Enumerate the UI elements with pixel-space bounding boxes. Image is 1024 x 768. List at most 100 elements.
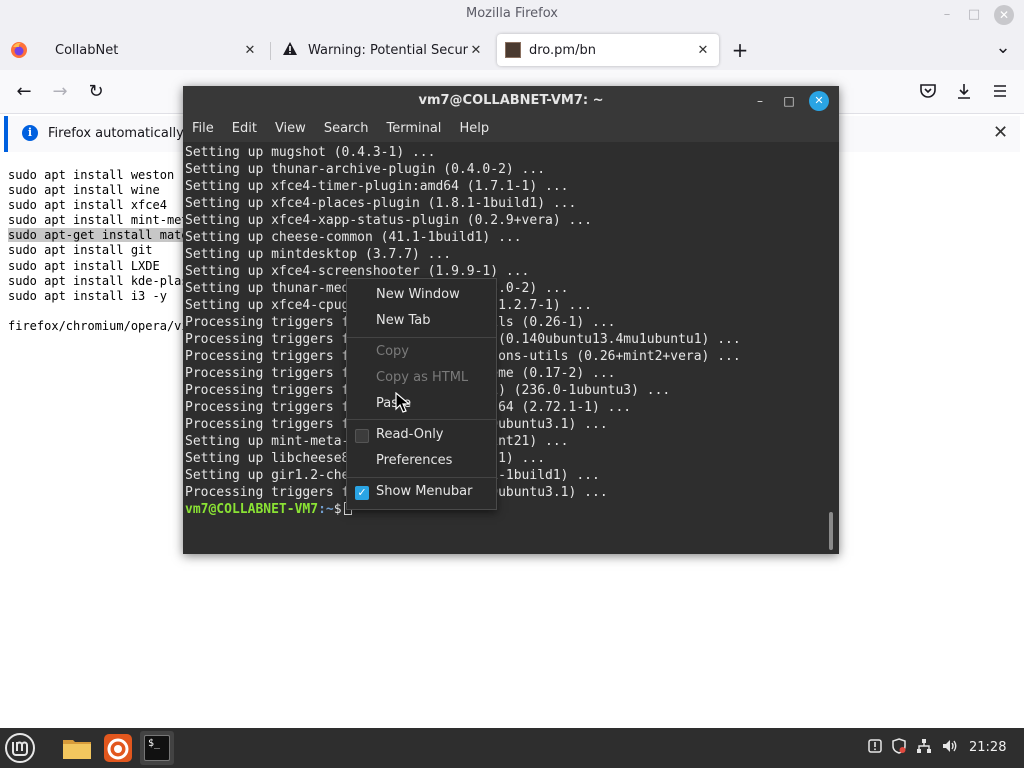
minimize-button[interactable]: – [937, 5, 957, 25]
menu-item-read-only[interactable]: Read-Only [347, 423, 496, 449]
menu-separator [347, 477, 496, 478]
terminal-line: Setting up mintdesktop (3.7.7) ... [185, 247, 452, 262]
terminal-line: Processing triggers for libc-bin (2.35-0… [185, 485, 608, 500]
terminal-menubar: File Edit View Search Terminal Help [183, 116, 839, 142]
terminal-output[interactable]: Setting up mugshot (0.4.3-1) ... Setting… [183, 142, 839, 554]
warning-icon [282, 41, 300, 60]
update-manager-icon[interactable] [865, 738, 885, 758]
menu-help[interactable]: Help [450, 116, 498, 142]
network-icon[interactable] [914, 738, 934, 758]
prompt-path: :~ [318, 502, 334, 517]
firefox-view-icon[interactable] [10, 41, 28, 59]
terminal-context-menu: New Window New Tab Copy Copy as HTML Pas… [346, 278, 497, 510]
prompt-symbol: $ [333, 502, 342, 517]
tab-divider [270, 42, 271, 60]
start-menu-icon[interactable] [4, 732, 38, 766]
terminal-line: Processing triggers for hicolor-icon-the… [185, 366, 616, 381]
terminal-scrollbar[interactable] [829, 512, 833, 550]
close-window-button[interactable]: ✕ [994, 5, 1014, 25]
tab-security-warning[interactable]: Warning: Potential Security Risk Ahead ✕ [274, 34, 492, 66]
folder-icon [63, 740, 91, 759]
terminal-line: Setting up gir1.2-cheese-3.0:amd64 (41.1… [185, 468, 600, 483]
forward-button[interactable]: → [48, 80, 72, 104]
terminal-titlebar[interactable]: vm7@COLLABNET-VM7: ~ – □ ✕ [183, 86, 839, 116]
downloads-icon[interactable] [955, 82, 975, 102]
mouse-cursor-icon [395, 392, 411, 413]
terminal-line: Setting up mugshot (0.4.3-1) ... [185, 145, 436, 160]
terminal-minimize-button[interactable]: – [751, 92, 769, 110]
firefox-titlebar: Mozilla Firefox – □ ✕ [0, 0, 1024, 30]
terminal-title: vm7@COLLABNET-VM7: ~ [418, 93, 604, 108]
menu-item-new-window[interactable]: New Window [347, 283, 496, 309]
terminal-line: Processing triggers for man-db (2.10.2-1… [185, 383, 671, 398]
terminal-icon: $_ [144, 735, 170, 761]
checkbox-unchecked-icon [355, 429, 369, 443]
tab-close-icon[interactable]: ✕ [695, 43, 711, 58]
terminal-line: Setting up xfce4-places-plugin (1.8.1-1b… [185, 196, 577, 211]
menu-terminal[interactable]: Terminal [377, 116, 450, 142]
terminal-maximize-button[interactable]: □ [780, 92, 798, 110]
terminal-line: Setting up xfce4-screenshooter (1.9.9-1)… [185, 264, 530, 279]
terminal-icon-label: $_ [148, 738, 161, 749]
checkbox-checked-icon: ✓ [355, 486, 369, 500]
tab-close-icon[interactable]: ✕ [242, 43, 258, 58]
menu-item-label: Show Menubar [376, 484, 473, 499]
taskbar-firefox-button[interactable] [101, 731, 135, 765]
tab-label: Warning: Potential Security Risk Ahead [308, 42, 468, 58]
menu-item-label: Read-Only [376, 427, 444, 442]
menu-item-show-menubar[interactable]: ✓ Show Menubar [347, 480, 496, 506]
volume-icon[interactable] [940, 738, 960, 758]
menu-item-paste[interactable]: Paste [347, 392, 496, 418]
tab-collabnet[interactable]: CollabNet ✕ [44, 34, 266, 66]
notification-close-icon[interactable]: ✕ [993, 122, 1008, 143]
tab-close-icon[interactable]: ✕ [468, 43, 484, 58]
menu-file[interactable]: File [183, 116, 223, 142]
terminal-line: Setting up libcheese8:amd64 (41.1-1build… [185, 451, 546, 466]
prompt-user: vm7@COLLABNET-VM7 [185, 502, 319, 517]
terminal-line: Setting up xfce4-cpugraph-plugin:amd64 (… [185, 298, 592, 313]
menu-item-copy[interactable]: Copy [347, 340, 496, 366]
menu-separator [347, 337, 496, 338]
taskbar: $_ 21:28 [0, 728, 1024, 768]
maximize-button[interactable]: □ [964, 5, 984, 25]
info-icon: i [22, 125, 38, 141]
menu-item-copy-as-html[interactable]: Copy as HTML [347, 366, 496, 392]
terminal-window[interactable]: vm7@COLLABNET-VM7: ~ – □ ✕ File Edit Vie… [183, 86, 839, 554]
menu-edit[interactable]: Edit [223, 116, 266, 142]
terminal-line: Processing triggers for xapp-symbolic-ic… [185, 349, 741, 364]
tab-bar: CollabNet ✕ Warning: Potential Security … [0, 30, 1024, 70]
taskbar-files-button[interactable] [60, 731, 94, 765]
taskbar-clock[interactable]: 21:28 [969, 740, 1006, 755]
terminal-line: Setting up mint-meta-xfce (2021.11.05+mi… [185, 434, 569, 449]
menu-item-new-tab[interactable]: New Tab [347, 309, 496, 335]
menu-search[interactable]: Search [315, 116, 378, 142]
site-favicon-icon [505, 42, 521, 58]
terminal-line: Processing triggers for desktop-file-uti… [185, 315, 616, 330]
menu-separator [347, 419, 496, 420]
terminal-close-button[interactable]: ✕ [809, 91, 829, 111]
back-button[interactable]: ← [12, 80, 36, 104]
tab-label: CollabNet [55, 42, 119, 58]
tab-dro-pm[interactable]: dro.pm/bn ✕ [497, 34, 719, 66]
menu-view[interactable]: View [266, 116, 315, 142]
firefox-icon [104, 734, 132, 762]
new-tab-button[interactable]: + [729, 38, 751, 62]
terminal-line: Setting up xfce4-timer-plugin:amd64 (1.7… [185, 179, 569, 194]
terminal-line: Processing triggers for libglib2.0-0:amd… [185, 400, 632, 415]
tab-label: dro.pm/bn [529, 42, 596, 58]
terminal-prompt: vm7@COLLABNET-VM7:~$ [185, 501, 839, 518]
terminal-line: Setting up cheese-common (41.1-1build1) … [185, 230, 522, 245]
list-all-tabs-button[interactable]: ⌄ [992, 38, 1014, 62]
terminal-line: Processing triggers for initramfs-tools … [185, 332, 741, 347]
shield-icon[interactable] [889, 738, 909, 758]
menu-item-preferences[interactable]: Preferences [347, 449, 496, 475]
reload-button[interactable]: ↻ [84, 80, 108, 104]
pocket-icon[interactable] [919, 82, 939, 102]
taskbar-terminal-button[interactable]: $_ [140, 731, 174, 765]
terminal-line: Setting up xfce4-xapp-status-plugin (0.2… [185, 213, 592, 228]
app-menu-icon[interactable] [991, 82, 1011, 102]
window-title: Mozilla Firefox [466, 6, 558, 21]
terminal-line: Processing triggers for libc-bin (2.35-0… [185, 417, 608, 432]
terminal-line: Setting up thunar-media-tags-plugin (0.3… [185, 281, 569, 296]
terminal-line: Setting up thunar-archive-plugin (0.4.0-… [185, 162, 546, 177]
